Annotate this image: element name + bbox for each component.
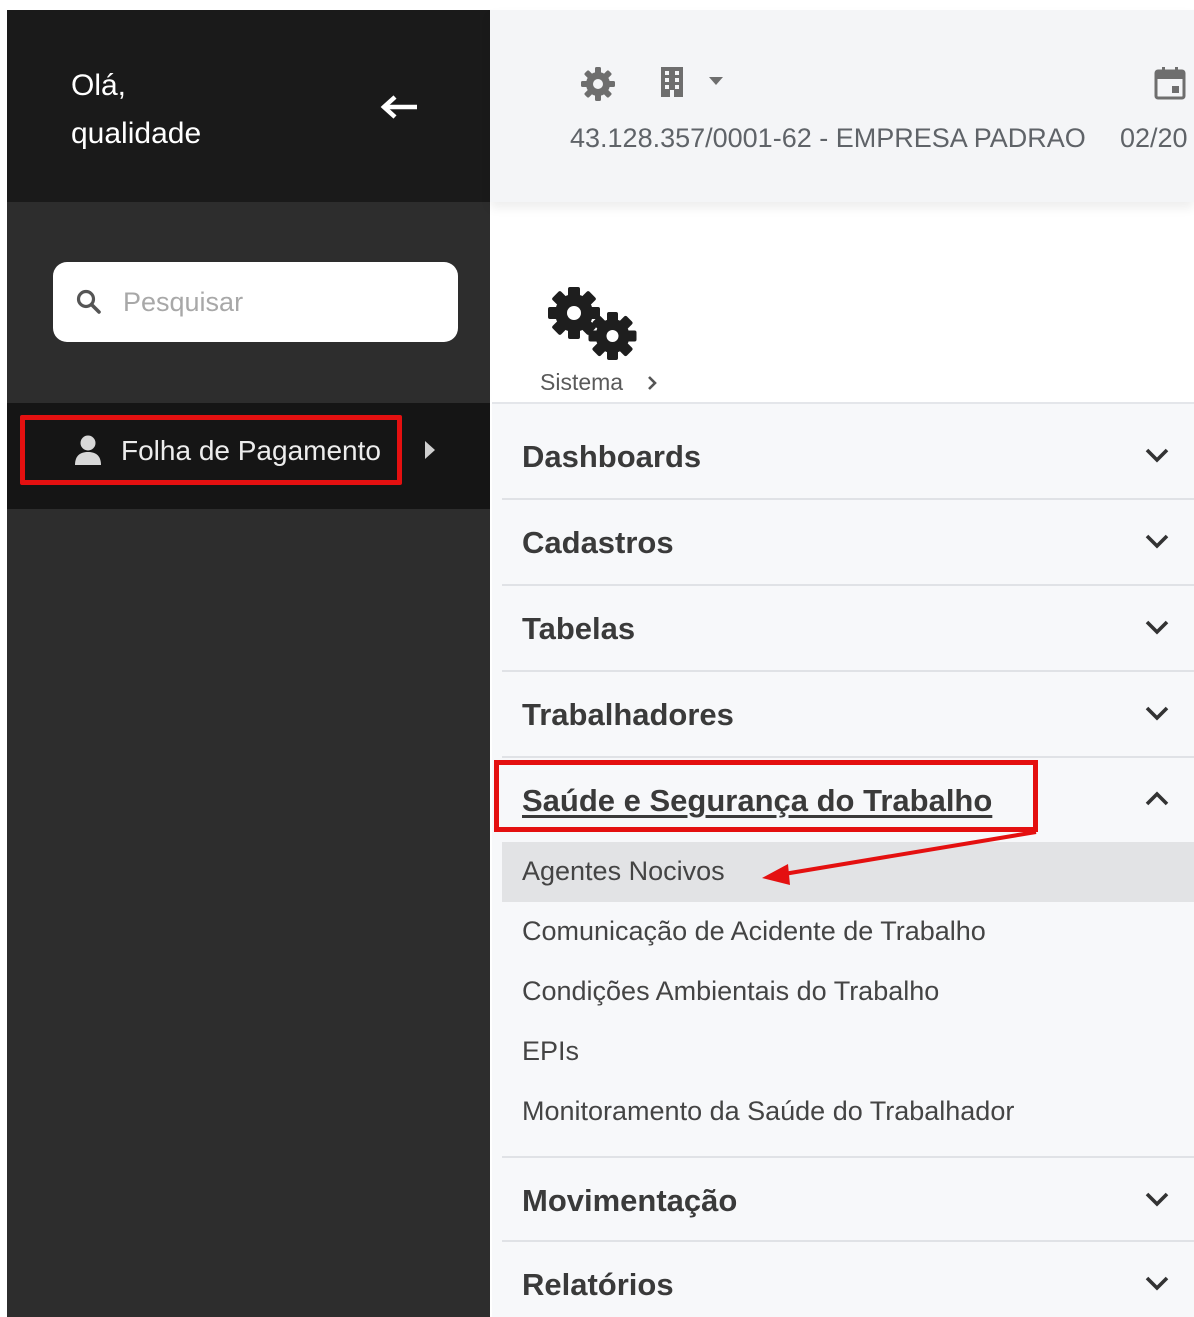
breadcrumb-item-sistema[interactable]: Sistema	[540, 368, 623, 396]
menu-section-dashboards[interactable]: Dashboards	[502, 414, 1194, 500]
submenu-item-label: Comunicação de Acidente de Trabalho	[522, 916, 986, 946]
gear-icon[interactable]	[580, 66, 616, 102]
chevron-right-icon	[648, 376, 657, 390]
submenu-item-label: EPIs	[522, 1036, 580, 1066]
chevron-down-icon	[1145, 620, 1169, 635]
sidebar-header: Olá, qualidade	[7, 10, 490, 202]
building-icon[interactable]	[658, 66, 686, 98]
submenu-item-comunicacao-acidente[interactable]: Comunicação de Acidente de Trabalho	[502, 902, 1194, 962]
section-label: Saúde e Segurança do Trabalho	[522, 783, 993, 818]
menu-section-movimentacao[interactable]: Movimentação	[502, 1156, 1194, 1242]
chevron-down-icon	[1145, 1192, 1169, 1207]
period-selector[interactable]: 02/20	[1120, 120, 1188, 156]
section-label: Cadastros	[522, 525, 674, 560]
menu-section-saude-seguranca[interactable]: Saúde e Segurança do Trabalho	[502, 758, 1194, 844]
search-box[interactable]	[53, 262, 458, 342]
submenu-item-label: Condições Ambientais do Trabalho	[522, 976, 940, 1006]
menu-section-cadastros[interactable]: Cadastros	[502, 500, 1194, 586]
sidebar-module-row: Folha de Pagamento	[7, 403, 490, 509]
submenu-item-monitoramento-saude[interactable]: Monitoramento da Saúde do Trabalhador	[502, 1082, 1194, 1142]
chevron-down-icon	[1145, 534, 1169, 549]
arrow-left-icon[interactable]	[379, 92, 419, 122]
sidebar-item-label: Folha de Pagamento	[121, 435, 381, 466]
menu-section-relatorios[interactable]: Relatórios	[502, 1242, 1194, 1317]
section-label: Dashboards	[522, 439, 702, 474]
chevron-down-icon	[1145, 706, 1169, 721]
sidebar-item-folha-de-pagamento[interactable]: Folha de Pagamento	[20, 415, 402, 485]
submenu-item-agentes-nocivos[interactable]: Agentes Nocivos	[502, 842, 1194, 902]
greeting-line-2: qualidade	[71, 117, 202, 150]
caret-down-icon[interactable]	[708, 76, 724, 86]
chevron-down-icon	[1145, 1276, 1169, 1291]
search-icon	[76, 289, 101, 314]
section-label: Movimentação	[522, 1183, 738, 1218]
breadcrumb: Sistema	[530, 276, 690, 400]
gears-icon	[548, 287, 637, 360]
chevron-up-icon	[1145, 791, 1169, 806]
section-label: Relatórios	[522, 1267, 674, 1302]
menu-section-tabelas[interactable]: Tabelas	[502, 586, 1194, 672]
user-icon	[75, 435, 101, 465]
section-label: Trabalhadores	[522, 697, 734, 732]
search-input[interactable]	[123, 280, 443, 324]
greeting-line-1: Olá,	[71, 69, 127, 102]
company-selector[interactable]: 43.128.357/0001-62 - EMPRESA PADRAO	[570, 120, 1086, 156]
chevron-down-icon	[1145, 448, 1169, 463]
submenu-item-label: Monitoramento da Saúde do Trabalhador	[522, 1096, 1015, 1126]
search-area	[7, 202, 490, 403]
menu-section-trabalhadores[interactable]: Trabalhadores	[502, 672, 1194, 758]
submenu-item-epis[interactable]: EPIs	[502, 1022, 1194, 1082]
top-header: 43.128.357/0001-62 - EMPRESA PADRAO 02/2…	[490, 10, 1194, 202]
user-greeting: Olá, qualidade	[71, 62, 201, 158]
system-menu: Dashboards Cadastros Tabelas Trabalhador…	[492, 402, 1194, 1317]
sidebar: Olá, qualidade Folha de Pagamento	[7, 10, 490, 1317]
submenu-item-label: Agentes Nocivos	[522, 856, 725, 886]
calendar-icon[interactable]	[1154, 66, 1186, 100]
section-label: Tabelas	[522, 611, 636, 646]
submenu-item-condicoes-ambientais[interactable]: Condições Ambientais do Trabalho	[502, 962, 1194, 1022]
caret-right-icon[interactable]	[423, 439, 437, 461]
